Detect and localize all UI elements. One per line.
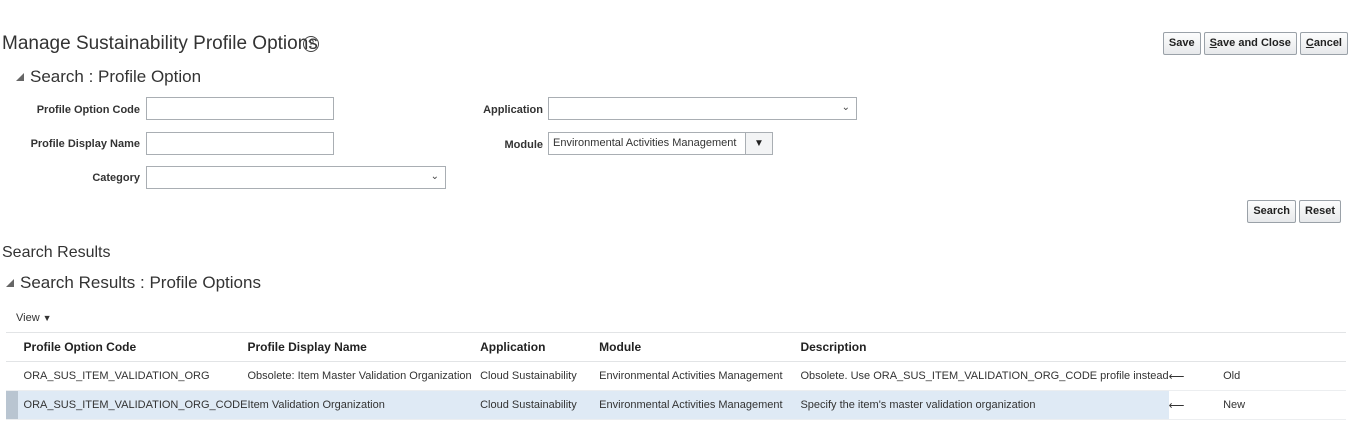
chevron-down-icon: ⌄ <box>841 102 850 113</box>
results-table: Profile Option Code Profile Display Name… <box>6 332 1346 420</box>
application-select[interactable]: ⌄ <box>548 97 857 120</box>
column-header-blank <box>1223 332 1346 362</box>
column-header-application[interactable]: Application <box>480 332 600 362</box>
module-select[interactable]: Environmental Activities Management ▼ <box>548 132 773 155</box>
table-header-row: Profile Option Code Profile Display Name… <box>6 332 1346 362</box>
view-menu[interactable]: View ▼ <box>16 312 52 324</box>
module-value: Environmental Activities Management <box>553 137 737 149</box>
cancel-accesskey: C <box>1305 37 1314 49</box>
column-header-blank <box>1168 332 1224 362</box>
cell-description: Specify the item's master validation org… <box>800 390 1169 420</box>
profile-option-code-label: Profile Option Code <box>36 104 140 116</box>
left-arrow-icon: ⟵ <box>1168 361 1224 391</box>
search-actions: Search Reset <box>1247 200 1341 223</box>
profile-option-code-input[interactable] <box>146 97 334 120</box>
cell-module: Environmental Activities Management <box>599 390 801 420</box>
cancel-button[interactable]: Cancel <box>1299 32 1348 55</box>
cell-application: Cloud Sustainability <box>480 361 600 391</box>
annotation-old: Old <box>1223 361 1346 391</box>
row-header-spacer <box>6 332 18 362</box>
search-section-header[interactable]: Search : Profile Option <box>16 67 201 87</box>
save-and-close-button[interactable]: Save and Close <box>1203 32 1297 55</box>
application-label: Application <box>483 104 543 116</box>
cell-description: Obsolete. Use ORA_SUS_ITEM_VALIDATION_OR… <box>800 361 1169 391</box>
reset-button[interactable]: Reset <box>1299 200 1341 223</box>
column-header-code[interactable]: Profile Option Code <box>17 332 248 362</box>
module-label: Module <box>504 139 544 151</box>
save-and-close-accesskey: S <box>1209 37 1217 49</box>
search-results-title: Search Results <box>2 244 111 261</box>
category-label: Category <box>92 172 140 184</box>
profile-display-name-label: Profile Display Name <box>30 138 140 150</box>
caret-down-icon: ▼ <box>42 313 52 323</box>
collapse-triangle-icon[interactable] <box>16 73 24 81</box>
row-header[interactable] <box>6 390 18 420</box>
cell-module: Environmental Activities Management <box>599 361 801 391</box>
save-button[interactable]: Save <box>1162 32 1201 55</box>
search-button[interactable]: Search <box>1247 200 1297 223</box>
chevron-down-icon: ⌄ <box>430 171 439 182</box>
view-menu-label: View <box>16 312 40 324</box>
row-header[interactable] <box>6 361 18 391</box>
annotation-new: New <box>1223 390 1346 420</box>
cell-application: Cloud Sustainability <box>480 390 600 420</box>
save-and-close-label: ave and Close <box>1216 37 1291 49</box>
collapse-triangle-icon[interactable] <box>6 279 14 287</box>
page-title: Manage Sustainability Profile Options <box>2 33 318 54</box>
results-section-title: Search Results : Profile Options <box>20 273 261 292</box>
table-row[interactable]: ORA_SUS_ITEM_VALIDATION_ORG Obsolete: It… <box>6 361 1346 391</box>
results-section-header[interactable]: Search Results : Profile Options <box>6 273 261 293</box>
cell-code: ORA_SUS_ITEM_VALIDATION_ORG <box>17 361 248 391</box>
help-icon[interactable]: ? <box>303 36 319 52</box>
column-header-description[interactable]: Description <box>800 332 1169 362</box>
column-header-name[interactable]: Profile Display Name <box>247 332 481 362</box>
table-row-selected[interactable]: ORA_SUS_ITEM_VALIDATION_ORG_CODE Item Va… <box>6 390 1346 420</box>
column-header-module[interactable]: Module <box>599 332 801 362</box>
cell-name: Item Validation Organization <box>247 390 481 420</box>
cell-name: Obsolete: Item Master Validation Organiz… <box>247 361 481 391</box>
page-actions: Save Save and Close Cancel <box>1162 32 1348 55</box>
left-arrow-icon: ⟵ <box>1168 390 1224 420</box>
dropdown-arrow-icon[interactable]: ▼ <box>745 133 772 154</box>
profile-display-name-input[interactable] <box>146 132 334 155</box>
cell-code: ORA_SUS_ITEM_VALIDATION_ORG_CODE <box>17 390 248 420</box>
cancel-label: ancel <box>1313 37 1342 49</box>
search-section-title: Search : Profile Option <box>30 67 202 86</box>
category-select[interactable]: ⌄ <box>146 166 446 189</box>
